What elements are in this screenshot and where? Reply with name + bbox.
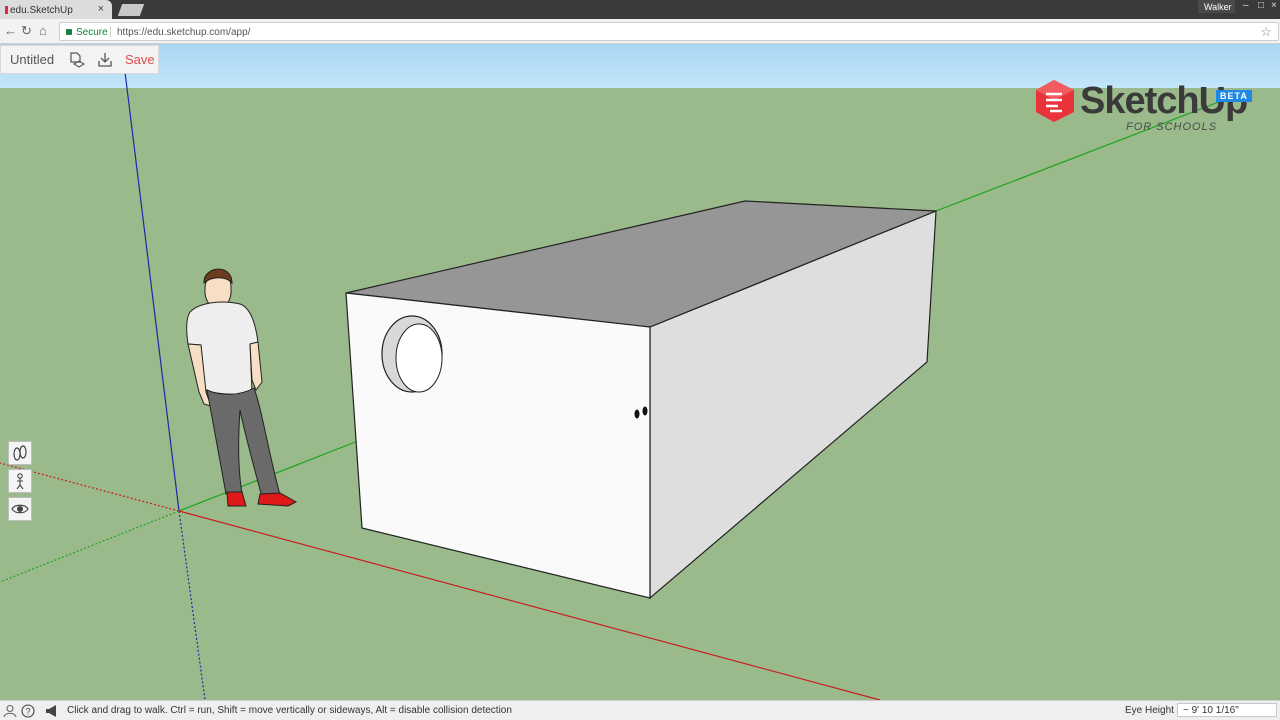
help-icon[interactable]: ? [21,704,35,718]
scale-figure[interactable] [186,268,298,507]
status-hint: Click and drag to walk. Ctrl = run, Shif… [67,705,512,716]
look-around-tool-button[interactable] [8,497,32,521]
svg-text:?: ? [25,707,30,717]
z-axis-negative [178,510,206,701]
download-icon[interactable] [96,51,114,69]
walk-icon [13,445,27,461]
look-around-icon [11,504,29,514]
beta-badge: BETA [1216,90,1252,102]
status-bar: ? Click and drag to walk. Ctrl = run, Sh… [0,700,1280,720]
circular-hole[interactable] [381,315,443,393]
user-icon[interactable] [2,704,18,718]
walk-tool-button[interactable] [8,441,32,465]
open-model-icon[interactable] [68,51,86,69]
eye-height-label: Eye Height [1125,705,1174,716]
sketchup-for-schools-logo: SketchUp BETA FOR SCHOOLS [1032,78,1260,140]
position-camera-tool-button[interactable] [8,469,32,493]
sketchup-logo-icon [1036,80,1074,122]
eye-height-field[interactable]: ~ 9' 10 1/16" [1177,703,1277,717]
position-camera-icon [16,473,24,490]
z-axis-positive [124,71,180,512]
save-button[interactable]: Save [125,52,155,67]
document-title[interactable]: Untitled [10,52,54,67]
document-panel: Untitled Save [0,45,159,74]
instructor-megaphone-icon[interactable] [44,704,60,718]
logo-subtitle: FOR SCHOOLS [1126,121,1218,133]
